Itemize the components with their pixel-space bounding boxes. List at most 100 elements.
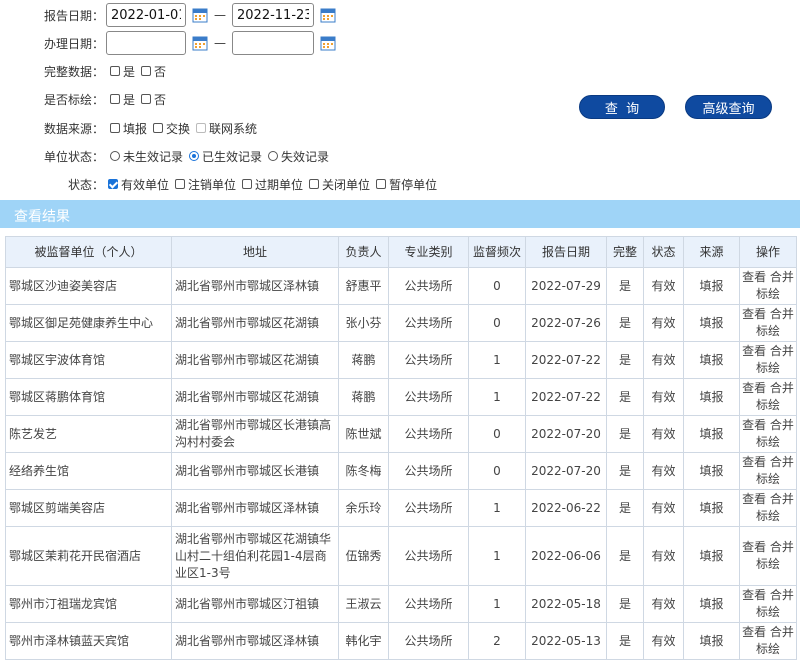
actions-cell: 查看 合并标绘 — [739, 622, 797, 660]
merge-link[interactable]: 合并 — [770, 381, 794, 395]
view-link[interactable]: 查看 — [742, 540, 766, 554]
table-row[interactable]: 经络养生馆 湖北省鄂州市鄂城区长港镇 陈冬梅 公共场所 0 2022-07-20 是有效 填报… — [5, 452, 797, 490]
merge-link[interactable]: 合并 — [770, 492, 794, 506]
complete-yes-checkbox[interactable]: 是 — [110, 63, 135, 80]
report-date-from-input[interactable] — [106, 3, 186, 27]
table-row[interactable]: 鄂州市汀祖瑞龙宾馆 湖北省鄂州市鄂城区汀祖镇 王淑云 公共场所 1 2022-05-18 是… — [5, 585, 797, 623]
handle-date-label: 办理日期： — [43, 36, 104, 51]
status-suspended-checkbox[interactable]: 暂停单位 — [376, 176, 437, 193]
col-header-person[interactable]: 负责人 — [338, 236, 389, 268]
map-link[interactable]: 标绘 — [742, 323, 794, 340]
status-cell: 有效 — [643, 452, 684, 490]
calendar-icon[interactable] — [320, 7, 336, 23]
status-cell: 有效 — [643, 267, 684, 305]
view-link[interactable]: 查看 — [742, 381, 766, 395]
query-button[interactable]: 查 询 — [579, 95, 665, 119]
frequency-cell: 0 — [468, 415, 526, 453]
category-cell: 公共场所 — [388, 267, 469, 305]
merge-link[interactable]: 合并 — [770, 540, 794, 554]
map-link[interactable]: 标绘 — [742, 360, 794, 377]
col-header-category[interactable]: 专业类别 — [388, 236, 469, 268]
view-link[interactable]: 查看 — [742, 418, 766, 432]
status-cancelled-checkbox[interactable]: 注销单位 — [175, 176, 236, 193]
calendar-icon[interactable] — [192, 7, 208, 23]
col-header-address[interactable]: 地址 — [171, 236, 339, 268]
merge-link[interactable]: 合并 — [770, 307, 794, 321]
source-exchange-checkbox[interactable]: 交换 — [153, 120, 190, 137]
merge-link[interactable]: 合并 — [770, 455, 794, 469]
complete-no-checkbox[interactable]: 否 — [141, 63, 166, 80]
map-link[interactable]: 标绘 — [742, 604, 794, 621]
merge-link[interactable]: 合并 — [770, 270, 794, 284]
category-cell: 公共场所 — [388, 304, 469, 342]
col-header-source[interactable]: 来源 — [683, 236, 740, 268]
frequency-cell: 2 — [468, 622, 526, 660]
col-header-unit[interactable]: 被监督单位（个人） — [5, 236, 172, 268]
complete-data-label: 完整数据： — [43, 64, 104, 79]
map-link[interactable]: 标绘 — [742, 397, 794, 414]
map-link[interactable]: 标绘 — [742, 556, 794, 573]
view-link[interactable]: 查看 — [742, 455, 766, 469]
merge-link[interactable]: 合并 — [770, 418, 794, 432]
col-header-report-date[interactable]: 报告日期 — [525, 236, 607, 268]
unit-name-cell: 鄂城区御足苑健康养生中心 — [5, 304, 172, 342]
report-date-cell: 2022-07-20 — [525, 452, 607, 490]
frequency-cell: 0 — [468, 304, 526, 342]
calendar-icon[interactable] — [192, 35, 208, 51]
merge-link[interactable]: 合并 — [770, 344, 794, 358]
category-cell: 公共场所 — [388, 489, 469, 527]
category-cell: 公共场所 — [388, 415, 469, 453]
report-date-cell: 2022-07-22 — [525, 378, 607, 416]
merge-link[interactable]: 合并 — [770, 588, 794, 602]
report-date-to-input[interactable] — [232, 3, 314, 27]
unit-status-ineffective-radio[interactable]: 未生效记录 — [110, 148, 183, 165]
table-row[interactable]: 鄂城区剪端美容店 湖北省鄂州市鄂城区泽林镇 余乐玲 公共场所 1 2022-06-22 是有… — [5, 489, 797, 527]
source-fill-checkbox[interactable]: 填报 — [110, 120, 147, 137]
status-closed-checkbox[interactable]: 关闭单位 — [309, 176, 370, 193]
report-date-cell: 2022-07-29 — [525, 267, 607, 305]
frequency-cell: 0 — [468, 452, 526, 490]
handle-date-to-input[interactable] — [232, 31, 314, 55]
table-row[interactable]: 鄂城区蒋鹏体育馆 湖北省鄂州市鄂城区花湖镇 蒋鹏 公共场所 1 2022-07-22 是有效… — [5, 378, 797, 416]
view-link[interactable]: 查看 — [742, 344, 766, 358]
map-link[interactable]: 标绘 — [742, 471, 794, 488]
status-expired-checkbox[interactable]: 过期单位 — [242, 176, 303, 193]
status-cell: 有效 — [643, 415, 684, 453]
map-link[interactable]: 标绘 — [742, 641, 794, 658]
table-row[interactable]: 鄂州市泽林镇蓝天宾馆 湖北省鄂州市鄂城区泽林镇 韩化宇 公共场所 2 2022-05-13… — [5, 622, 797, 660]
person-cell: 王淑云 — [338, 585, 389, 623]
source-cell: 填报 — [683, 267, 740, 305]
address-cell: 湖北省鄂州市鄂城区泽林镇 — [171, 622, 339, 660]
merge-link[interactable]: 合并 — [770, 625, 794, 639]
view-link[interactable]: 查看 — [742, 492, 766, 506]
map-link[interactable]: 标绘 — [742, 286, 794, 303]
col-header-frequency[interactable]: 监督频次 — [468, 236, 526, 268]
category-cell: 公共场所 — [388, 378, 469, 416]
complete-data-row: 完整数据： 是 否 — [0, 62, 172, 80]
view-link[interactable]: 查看 — [742, 270, 766, 284]
unit-status-effective-radio[interactable]: 已生效记录 — [189, 148, 262, 165]
handle-date-from-input[interactable] — [106, 31, 186, 55]
map-link[interactable]: 标绘 — [742, 508, 794, 525]
map-link[interactable]: 标绘 — [742, 434, 794, 451]
complete-cell: 是 — [606, 452, 644, 490]
unit-status-invalid-radio[interactable]: 失效记录 — [268, 148, 329, 165]
advanced-query-button[interactable]: 高级查询 — [685, 95, 772, 119]
col-header-status[interactable]: 状态 — [643, 236, 684, 268]
mapped-no-checkbox[interactable]: 否 — [141, 91, 166, 108]
source-cell: 填报 — [683, 452, 740, 490]
table-row[interactable]: 鄂城区茉莉花开民宿酒店 湖北省鄂州市鄂城区花湖镇华山村二十组伯利花园1-4层商业区… — [5, 526, 797, 586]
table-row[interactable]: 陈艺发艺 湖北省鄂州市鄂城区长港镇高沟村村委会 陈世斌 公共场所 0 2022-07-20… — [5, 415, 797, 453]
status-valid-checkbox[interactable]: 有效单位 — [108, 176, 169, 193]
col-header-complete[interactable]: 完整 — [606, 236, 644, 268]
mapped-yes-checkbox[interactable]: 是 — [110, 91, 135, 108]
table-row[interactable]: 鄂城区御足苑健康养生中心 湖北省鄂州市鄂城区花湖镇 张小芬 公共场所 0 2022-07-… — [5, 304, 797, 342]
table-row[interactable]: 鄂城区宇波体育馆 湖北省鄂州市鄂城区花湖镇 蒋鹏 公共场所 1 2022-07-22 是有效… — [5, 341, 797, 379]
data-source-row: 数据来源： 填报 交换 联网系统 — [0, 119, 263, 137]
table-row[interactable]: 鄂城区沙迪姿美容店 湖北省鄂州市鄂城区泽林镇 舒惠平 公共场所 0 2022-07-29 是… — [5, 267, 797, 305]
view-link[interactable]: 查看 — [742, 307, 766, 321]
view-link[interactable]: 查看 — [742, 588, 766, 602]
view-link[interactable]: 查看 — [742, 625, 766, 639]
complete-cell: 是 — [606, 341, 644, 379]
calendar-icon[interactable] — [320, 35, 336, 51]
